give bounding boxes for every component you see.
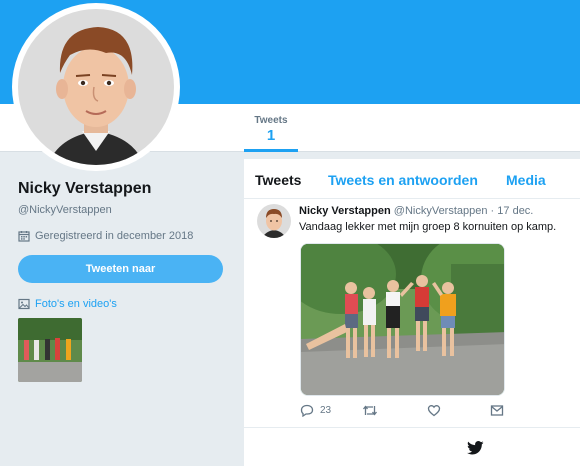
- retweet-icon: [362, 405, 378, 416]
- tweet-header: Nicky Verstappen @NickyVerstappen · 17 d…: [299, 205, 533, 217]
- nav-tweets-label: Tweets: [254, 115, 288, 126]
- reply-icon: [300, 404, 314, 417]
- twitter-bird-icon: [467, 441, 484, 460]
- tweet-actions: 23: [300, 404, 510, 422]
- image-icon: [18, 298, 30, 310]
- like-action[interactable]: [427, 404, 441, 417]
- photos-videos-link[interactable]: Foto's en video's: [18, 298, 117, 310]
- profile-handle[interactable]: @NickyVerstappen: [18, 204, 228, 216]
- tab-media[interactable]: Media: [506, 172, 546, 188]
- tab-tweets[interactable]: Tweets: [255, 172, 301, 188]
- envelope-icon: [490, 405, 504, 416]
- message-action[interactable]: [490, 404, 504, 417]
- nav-tweets-tab[interactable]: Tweets 1: [244, 104, 298, 152]
- reply-count: 23: [320, 405, 332, 416]
- profile-joined: Geregistreerd in december 2018: [18, 230, 228, 242]
- profile-card: Nicky Verstappen @NickyVerstappen Geregi…: [18, 180, 228, 242]
- tweet-item[interactable]: Nicky Verstappen @NickyVerstappen · 17 d…: [244, 200, 580, 428]
- heart-icon: [427, 405, 441, 417]
- tweet-photo[interactable]: [300, 243, 505, 396]
- calendar-icon: [18, 231, 30, 242]
- profile-joined-text: Geregistreerd in december 2018: [35, 230, 194, 242]
- retweet-action[interactable]: [362, 404, 378, 417]
- photos-videos-label: Foto's en video's: [35, 298, 117, 310]
- tweet-avatar[interactable]: [257, 204, 291, 238]
- tweet-text: Vandaag lekker met mijn groep 8 kornuite…: [299, 221, 557, 233]
- tab-tweets-and-replies[interactable]: Tweets en antwoorden: [328, 172, 478, 188]
- tweet-author-name[interactable]: Nicky Verstappen: [299, 205, 391, 217]
- tweet-author-handle[interactable]: @NickyVerstappen: [394, 205, 488, 217]
- nav-tweets-count: 1: [266, 127, 276, 144]
- tweet-to-button[interactable]: Tweeten naar: [18, 255, 223, 283]
- profile-name[interactable]: Nicky Verstappen: [18, 180, 228, 198]
- tweet-date[interactable]: 17 dec.: [497, 205, 533, 217]
- timeline-tabs: Tweets Tweets en antwoorden Media: [244, 159, 580, 199]
- media-thumbnail[interactable]: [18, 318, 82, 382]
- reply-action[interactable]: 23: [300, 404, 331, 417]
- tweet-separator: ·: [487, 205, 498, 217]
- timeline-panel: Tweets Tweets en antwoorden Media Nicky …: [244, 159, 580, 466]
- profile-avatar[interactable]: [12, 3, 180, 171]
